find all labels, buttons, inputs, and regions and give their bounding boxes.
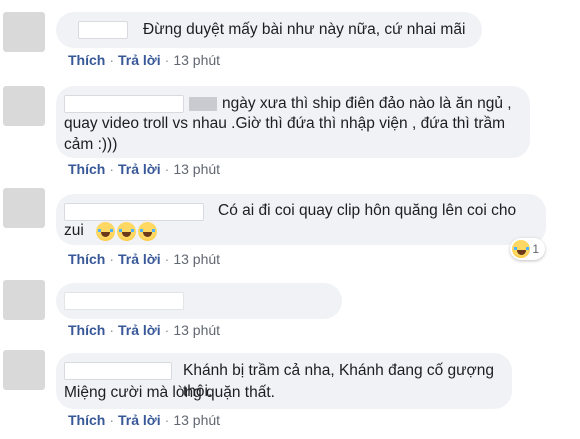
timestamp[interactable]: 13 phút (173, 251, 220, 267)
comment-actions: Thích · Trả lời · 13 phút (68, 52, 221, 68)
author-name-redacted[interactable] (64, 95, 184, 113)
comment-bubble: ngày xưa thì ship điên đảo nào là ăn ngủ… (56, 86, 530, 158)
comment-actions: Thích · Trả lời · 13 phút (68, 161, 221, 177)
avatar[interactable] (3, 86, 45, 126)
comment-bubble: Khánh bị trầm cả nha, Khánh đang cố gượn… (56, 353, 512, 409)
timestamp[interactable]: 13 phút (173, 52, 220, 68)
reply-button[interactable]: Trả lời (118, 322, 161, 338)
like-button[interactable]: Thích (68, 322, 105, 338)
author-name-redacted[interactable] (78, 21, 128, 39)
timestamp[interactable]: 13 phút (173, 161, 220, 177)
reaction-count: 1 (532, 242, 539, 256)
comment-bubble (56, 283, 342, 319)
author-name-redacted[interactable] (64, 203, 204, 221)
comment-actions: Thích · Trả lời · 13 phút (68, 251, 221, 267)
author-name-redacted[interactable] (64, 292, 184, 310)
comment-text-line2: Miệng cười mà lòng quặn thất. (64, 384, 275, 401)
like-button[interactable]: Thích (68, 251, 105, 267)
reply-button[interactable]: Trả lời (118, 52, 161, 68)
like-button[interactable]: Thích (68, 161, 105, 177)
comment-bubble: Đừng duyệt mấy bài như này nữa, cứ nhai … (56, 12, 482, 48)
timestamp[interactable]: 13 phút (173, 322, 220, 338)
reply-button[interactable]: Trả lời (118, 251, 161, 267)
redacted-mention (189, 97, 217, 111)
laughing-crying-emoji (117, 222, 136, 241)
timestamp[interactable]: 13 phút (173, 412, 220, 428)
comment-text-line2: quay video troll vs nhau .Giờ thì đứa th… (64, 115, 506, 132)
author-name-redacted[interactable] (64, 362, 172, 380)
avatar[interactable] (3, 280, 45, 320)
comment-text-line1: Có ai đi coi quay clip hôn quăng lên coi… (218, 202, 517, 219)
avatar[interactable] (3, 188, 45, 228)
reply-button[interactable]: Trả lời (118, 412, 161, 428)
comment-text: Đừng duyệt mấy bài như này nữa, cứ nhai … (143, 21, 466, 38)
comment-text-line1: ngày xưa thì ship điên đảo nào là ăn ngủ… (222, 95, 512, 112)
laughing-crying-emoji (138, 222, 157, 241)
comment-bubble: Có ai đi coi quay clip hôn quăng lên coi… (56, 194, 546, 245)
emoji-group (96, 222, 159, 243)
reply-button[interactable]: Trả lời (118, 161, 161, 177)
comment-actions: Thích · Trả lời · 13 phút (68, 412, 221, 428)
like-button[interactable]: Thích (68, 52, 105, 68)
reaction-count-badge[interactable]: 1 (510, 238, 545, 260)
like-button[interactable]: Thích (68, 412, 105, 428)
avatar[interactable] (3, 350, 45, 390)
avatar[interactable] (3, 12, 45, 52)
comment-text-line2: zui (64, 222, 84, 239)
laughing-crying-emoji (96, 222, 115, 241)
haha-reaction-icon (512, 240, 531, 258)
comment-actions: Thích · Trả lời · 13 phút (68, 322, 221, 338)
comment-text-line3: cảm :))) (64, 136, 118, 153)
